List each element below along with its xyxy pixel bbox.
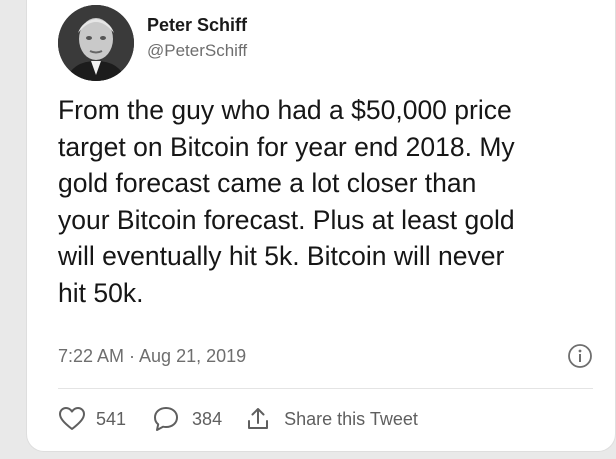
like-count: 541 <box>96 408 127 429</box>
info-icon[interactable] <box>567 343 593 369</box>
divider <box>58 388 593 389</box>
share-label: Share this Tweet <box>284 408 418 429</box>
tweet-card: Peter Schiff @PeterSchiff From the guy w… <box>26 0 616 452</box>
tweet-text: From the guy who had a $50,000 price tar… <box>58 95 515 308</box>
share-icon <box>248 408 269 429</box>
tweet-timestamp[interactable]: 7:22 AM · Aug 21, 2019 <box>58 346 246 367</box>
reply-button[interactable]: 384 <box>152 406 222 432</box>
share-button[interactable]: Share this Tweet <box>246 406 418 432</box>
like-button[interactable]: 541 <box>58 406 126 432</box>
author-avatar[interactable] <box>58 5 134 81</box>
reply-count: 384 <box>192 408 223 429</box>
heart-icon <box>59 407 85 430</box>
author-name[interactable]: Peter Schiff <box>147 15 247 36</box>
profile-photo-icon <box>58 5 134 81</box>
speech-bubble-icon <box>154 407 179 431</box>
tweet-actions: 541 384 Share this Tweet <box>58 404 418 434</box>
author-handle[interactable]: @PeterSchiff <box>147 41 247 61</box>
